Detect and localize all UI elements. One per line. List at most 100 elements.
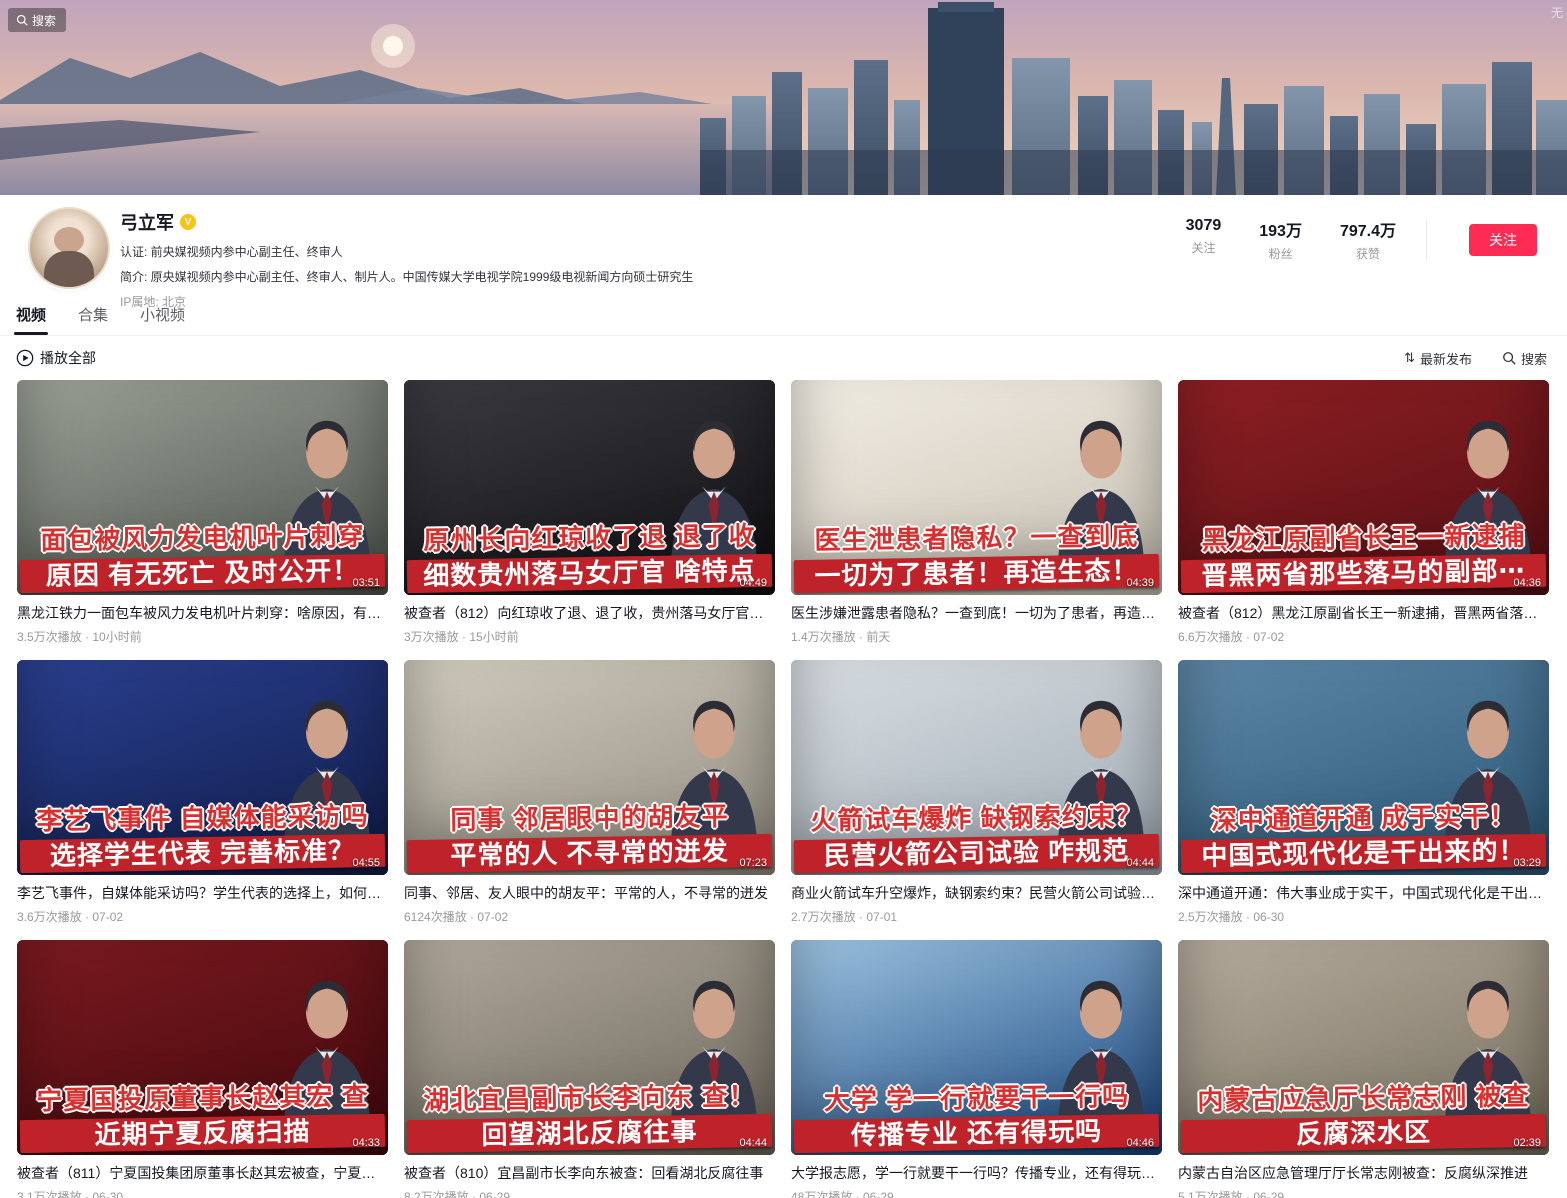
overlay-line2: 民营火箭公司试验 咋规范 bbox=[794, 833, 1160, 872]
bio-line: 简介: 原央媒视频内参中心副主任、终审人、制片人。中国传媒大学电视学院1999级… bbox=[120, 268, 1537, 285]
video-thumbnail[interactable]: 面包被风力发电机叶片刺穿 原因 有无死亡 及时公开！ 03:51 bbox=[17, 380, 388, 595]
stats-divider bbox=[1426, 219, 1427, 261]
thumbnail-overlay: 湖北宜昌副市长李向东 查！ 回望湖北反腐往事 bbox=[404, 1084, 775, 1151]
corner-text: 无 bbox=[1551, 4, 1563, 21]
overlay-line1: 大学 学一行就要干一行吗 bbox=[791, 1081, 1162, 1116]
video-thumbnail[interactable]: 大学 学一行就要干一行吗 传播专业 还有得玩吗 04:46 bbox=[791, 940, 1162, 1155]
video-card-1[interactable]: 面包被风力发电机叶片刺穿 原因 有无死亡 及时公开！ 03:51 黑龙江铁力一面… bbox=[17, 380, 388, 645]
video-card-11[interactable]: 大学 学一行就要干一行吗 传播专业 还有得玩吗 04:46 大学报志愿，学一行就… bbox=[791, 940, 1162, 1198]
overlay-line1: 宁夏国投原董事长赵其宏 查 bbox=[17, 1081, 388, 1116]
thumbnail-overlay: 大学 学一行就要干一行吗 传播专业 还有得玩吗 bbox=[791, 1084, 1162, 1151]
video-title[interactable]: 内蒙古自治区应急管理厅厅长常志刚被查：反腐纵深推进 bbox=[1178, 1163, 1549, 1183]
thumbnail-overlay: 黑龙江原副省长王一新逮捕 晋黑两省那些落马的副部⋯ bbox=[1178, 524, 1549, 591]
video-thumbnail[interactable]: 火箭试车爆炸 缺钢索约束？ 民营火箭公司试验 咋规范 04:44 bbox=[791, 660, 1162, 875]
list-search-label: 搜索 bbox=[1521, 349, 1547, 368]
video-thumbnail[interactable]: 原州长向红琼收了退 退了收 细数贵州落马女厅官 啥特点 04:49 bbox=[404, 380, 775, 595]
video-title[interactable]: 同事、邻居、友人眼中的胡友平：平常的人，不寻常的迸发 bbox=[404, 883, 775, 903]
tab-collections[interactable]: 合集 bbox=[76, 300, 110, 335]
list-search-button[interactable]: 搜索 bbox=[1502, 349, 1547, 368]
overlay-line1: 原州长向红琼收了退 退了收 bbox=[404, 521, 775, 556]
overlay-line2: 平常的人 不寻常的迸发 bbox=[407, 833, 773, 872]
thumbnail-overlay: 同事 邻居眼中的胡友平 平常的人 不寻常的迸发 bbox=[404, 804, 775, 871]
video-title[interactable]: 黑龙江铁力一面包车被风力发电机叶片刺穿：啥原因，有无死亡？ bbox=[17, 603, 388, 623]
overlay-line2: 回望湖北反腐往事 bbox=[407, 1113, 773, 1152]
video-title[interactable]: 李艺飞事件，自媒体能采访吗？学生代表的选择上，如何完善标准？ bbox=[17, 883, 388, 903]
stat-followers-label: 粉丝 bbox=[1259, 245, 1302, 262]
user-name: 弓立军 bbox=[120, 209, 174, 235]
video-stats: 3.5万次播放 · 10小时前 bbox=[17, 628, 388, 645]
video-thumbnail[interactable]: 湖北宜昌副市长李向东 查！ 回望湖北反腐往事 04:44 bbox=[404, 940, 775, 1155]
video-card-9[interactable]: 宁夏国投原董事长赵其宏 查 近期宁夏反腐扫描 04:33 被查者（811）宁夏国… bbox=[17, 940, 388, 1198]
overlay-line1: 火箭试车爆炸 缺钢索约束？ bbox=[791, 801, 1162, 836]
video-card-12[interactable]: 内蒙古应急厅长常志刚 被查 反腐深水区 02:39 内蒙古自治区应急管理厅厅长常… bbox=[1178, 940, 1549, 1198]
overlay-line1: 深中通道开通 成于实干！ bbox=[1178, 801, 1549, 836]
video-thumbnail[interactable]: 黑龙江原副省长王一新逮捕 晋黑两省那些落马的副部⋯ 04:36 bbox=[1178, 380, 1549, 595]
ip-location: IP属地: 北京 bbox=[120, 293, 1537, 310]
video-stats: 3.1万次播放 · 06-30 bbox=[17, 1188, 388, 1198]
video-title[interactable]: 被查者（812）向红琼收了退、退了收，贵州落马女厅官们，啥特点 bbox=[404, 603, 775, 623]
video-card-7[interactable]: 火箭试车爆炸 缺钢索约束？ 民营火箭公司试验 咋规范 04:44 商业火箭试车升… bbox=[791, 660, 1162, 925]
video-card-10[interactable]: 湖北宜昌副市长李向东 查！ 回望湖北反腐往事 04:44 被查者（810）宜昌副… bbox=[404, 940, 775, 1198]
video-duration: 03:29 bbox=[1513, 857, 1541, 869]
video-stats: 2.5万次播放 · 06-30 bbox=[1178, 908, 1549, 925]
banner-cityscape-image bbox=[0, 0, 1567, 195]
overlay-line2: 中国式现代化是干出来的！ bbox=[1181, 833, 1547, 872]
profile-header: 弓立军 V 认证: 前央媒视频内参中心副主任、终审人 简介: 原央媒视频内参中心… bbox=[0, 195, 1567, 300]
video-duration: 07:23 bbox=[739, 857, 767, 869]
video-stats: 8.2万次播放 · 06-29 bbox=[404, 1188, 775, 1198]
profile-banner: 搜索 无 bbox=[0, 0, 1567, 195]
stat-following-value: 3079 bbox=[1186, 217, 1222, 235]
video-card-3[interactable]: 医生泄患者隐私？一查到底 一切为了患者！再造生态！ 04:39 医生涉嫌泄露患者… bbox=[791, 380, 1162, 645]
search-icon bbox=[16, 14, 28, 26]
video-stats: 5.1万次播放 · 06-29 bbox=[1178, 1188, 1549, 1198]
video-duration: 04:44 bbox=[739, 1137, 767, 1149]
banner-search-button[interactable]: 搜索 bbox=[8, 8, 66, 32]
thumbnail-overlay: 原州长向红琼收了退 退了收 细数贵州落马女厅官 啥特点 bbox=[404, 524, 775, 591]
overlay-line1: 面包被风力发电机叶片刺穿 bbox=[17, 521, 388, 556]
video-duration: 04:36 bbox=[1513, 577, 1541, 589]
list-toolbar: 播放全部 ⇅ 最新发布 搜索 bbox=[0, 336, 1567, 378]
video-duration: 02:39 bbox=[1513, 1137, 1541, 1149]
overlay-line2: 反腐深水区 bbox=[1181, 1113, 1547, 1152]
video-duration: 04:55 bbox=[352, 857, 380, 869]
video-thumbnail[interactable]: 同事 邻居眼中的胡友平 平常的人 不寻常的迸发 07:23 bbox=[404, 660, 775, 875]
video-thumbnail[interactable]: 内蒙古应急厅长常志刚 被查 反腐深水区 02:39 bbox=[1178, 940, 1549, 1155]
video-card-8[interactable]: 深中通道开通 成于实干！ 中国式现代化是干出来的！ 03:29 深中通道开通：伟… bbox=[1178, 660, 1549, 925]
sort-label: 最新发布 bbox=[1420, 349, 1472, 368]
overlay-line1: 同事 邻居眼中的胡友平 bbox=[404, 801, 775, 836]
profile-stats: 3079 关注 193万 粉丝 797.4万 获赞 bbox=[1186, 217, 1396, 262]
video-card-4[interactable]: 黑龙江原副省长王一新逮捕 晋黑两省那些落马的副部⋯ 04:36 被查者（812）… bbox=[1178, 380, 1549, 645]
video-card-5[interactable]: 李艺飞事件 自媒体能采访吗 选择学生代表 完善标准？ 04:55 李艺飞事件，自… bbox=[17, 660, 388, 925]
overlay-line2: 晋黑两省那些落马的副部⋯ bbox=[1181, 553, 1547, 592]
stat-following-label: 关注 bbox=[1186, 239, 1222, 256]
stat-followers[interactable]: 193万 粉丝 bbox=[1259, 217, 1302, 262]
video-stats: 3万次播放 · 15小时前 bbox=[404, 628, 775, 645]
avatar[interactable] bbox=[28, 207, 110, 289]
follow-button[interactable]: 关注 bbox=[1469, 224, 1537, 256]
stat-likes[interactable]: 797.4万 获赞 bbox=[1340, 217, 1396, 262]
video-title[interactable]: 商业火箭试车升空爆炸，缺钢索约束？民营火箭公司试验，咋规范？ bbox=[791, 883, 1162, 903]
tab-videos[interactable]: 视频 bbox=[14, 300, 48, 335]
video-stats: 3.6万次播放 · 07-02 bbox=[17, 908, 388, 925]
stat-following[interactable]: 3079 关注 bbox=[1186, 217, 1222, 262]
overlay-line1: 黑龙江原副省长王一新逮捕 bbox=[1178, 521, 1549, 556]
video-title[interactable]: 被查者（811）宁夏国投集团原董事长赵其宏被查，宁夏反腐综述 bbox=[17, 1163, 388, 1183]
thumbnail-overlay: 面包被风力发电机叶片刺穿 原因 有无死亡 及时公开！ bbox=[17, 524, 388, 591]
video-title[interactable]: 被查者（810）宜昌副市长李向东被查：回看湖北反腐往事 bbox=[404, 1163, 775, 1183]
video-duration: 03:51 bbox=[352, 577, 380, 589]
video-card-2[interactable]: 原州长向红琼收了退 退了收 细数贵州落马女厅官 啥特点 04:49 被查者（81… bbox=[404, 380, 775, 645]
video-title[interactable]: 大学报志愿，学一行就要干一行吗？传播专业，还有得玩吗？ bbox=[791, 1163, 1162, 1183]
video-title[interactable]: 深中通道开通：伟大事业成于实干，中国式现代化是干出来的！ bbox=[1178, 883, 1549, 903]
sort-button[interactable]: ⇅ 最新发布 bbox=[1404, 349, 1472, 368]
video-card-6[interactable]: 同事 邻居眼中的胡友平 平常的人 不寻常的迸发 07:23 同事、邻居、友人眼中… bbox=[404, 660, 775, 925]
video-thumbnail[interactable]: 宁夏国投原董事长赵其宏 查 近期宁夏反腐扫描 04:33 bbox=[17, 940, 388, 1155]
tab-short-videos[interactable]: 小视频 bbox=[138, 300, 187, 335]
video-thumbnail[interactable]: 深中通道开通 成于实干！ 中国式现代化是干出来的！ 03:29 bbox=[1178, 660, 1549, 875]
play-all-button[interactable]: 播放全部 bbox=[16, 348, 96, 368]
thumbnail-overlay: 内蒙古应急厅长常志刚 被查 反腐深水区 bbox=[1178, 1084, 1549, 1151]
video-title[interactable]: 被查者（812）黑龙江原副省长王一新逮捕，晋黑两省落马的副部... bbox=[1178, 603, 1549, 623]
video-title[interactable]: 医生涉嫌泄露患者隐私？一查到底！一切为了患者，再造生态！ bbox=[791, 603, 1162, 623]
video-thumbnail[interactable]: 医生泄患者隐私？一查到底 一切为了患者！再造生态！ 04:39 bbox=[791, 380, 1162, 595]
video-thumbnail[interactable]: 李艺飞事件 自媒体能采访吗 选择学生代表 完善标准？ 04:55 bbox=[17, 660, 388, 875]
video-stats: 2.7万次播放 · 07-01 bbox=[791, 908, 1162, 925]
